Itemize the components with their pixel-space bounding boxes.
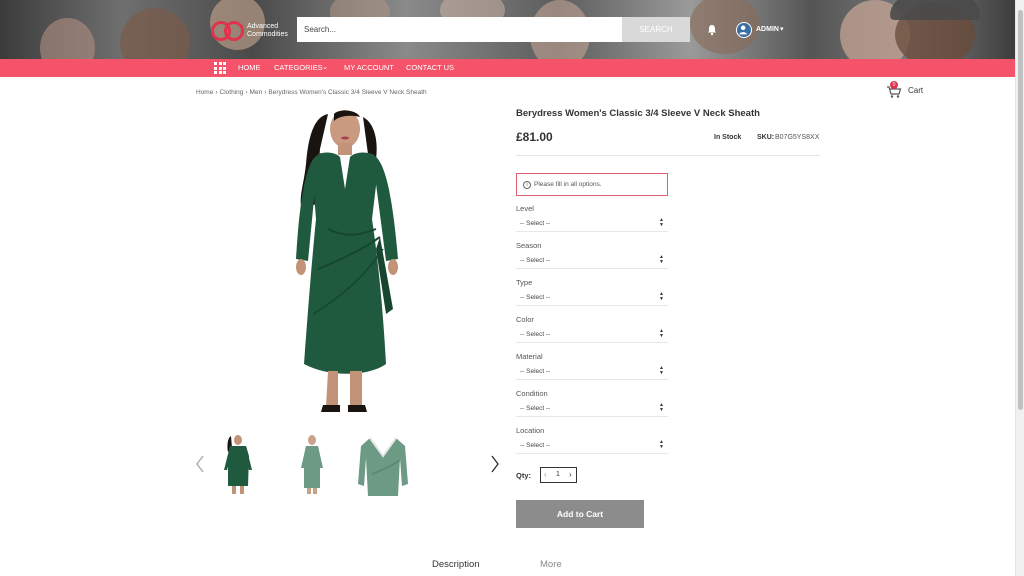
search-input[interactable] <box>297 17 622 42</box>
user-menu-label[interactable]: ADMIN <box>756 26 779 33</box>
cart-link[interactable]: Cart <box>908 86 923 95</box>
tab-more[interactable]: More <box>540 559 562 570</box>
select-condition[interactable]: -- Select -- ▲ ▼ <box>516 401 668 417</box>
site-logo[interactable]: Advanced Commodities <box>211 19 288 45</box>
nav-item-categories[interactable]: CATEGORIES <box>274 63 323 72</box>
select-arrows-icon: ▲ ▼ <box>659 254 664 265</box>
grid-menu-icon[interactable] <box>214 62 226 74</box>
user-avatar-icon[interactable] <box>736 22 752 38</box>
alert-message: Please fill in all options. <box>534 181 602 188</box>
banner-photo-hat <box>890 0 980 20</box>
breadcrumb-item[interactable]: Men <box>250 89 263 96</box>
logo-text: Commodities <box>247 31 288 38</box>
logo-text: Advanced <box>247 23 279 30</box>
select-value: -- Select -- <box>520 368 551 375</box>
option-label-condition: Condition <box>516 389 548 398</box>
chevron-down-icon[interactable]: ⌄ <box>322 62 328 71</box>
select-value: -- Select -- <box>520 257 551 264</box>
option-label-level: Level <box>516 204 534 213</box>
add-to-cart-button[interactable]: Add to Cart <box>516 500 644 528</box>
option-label-location: Location <box>516 426 545 435</box>
select-type[interactable]: -- Select -- ▲ ▼ <box>516 290 668 306</box>
nav-item-my-account[interactable]: MY ACCOUNT <box>344 63 394 72</box>
banner-photo-face <box>120 8 190 59</box>
select-arrows-icon: ▲ ▼ <box>659 439 664 450</box>
quantity-stepper: ‹ 1 › <box>540 467 577 483</box>
logo-ring <box>224 21 244 41</box>
breadcrumb-separator-icon: › <box>245 89 248 96</box>
select-location[interactable]: -- Select -- ▲ ▼ <box>516 438 668 454</box>
breadcrumb-item[interactable]: Clothing <box>220 89 244 96</box>
select-material[interactable]: -- Select -- ▲ ▼ <box>516 364 668 380</box>
increment-icon[interactable]: › <box>569 470 572 479</box>
breadcrumb-separator-icon: › <box>215 89 218 96</box>
validation-alert: i Please fill in all options. <box>516 173 668 196</box>
tab-description[interactable]: Description <box>432 559 480 570</box>
chevron-down-icon[interactable]: ▾ <box>780 25 784 33</box>
product-thumbnail[interactable] <box>213 434 263 496</box>
select-season[interactable]: -- Select -- ▲ ▼ <box>516 253 668 269</box>
search-button[interactable]: SEARCH <box>622 17 690 42</box>
option-label-material: Material <box>516 352 543 361</box>
select-level[interactable]: -- Select -- ▲ ▼ <box>516 216 668 232</box>
select-value: -- Select -- <box>520 220 551 227</box>
breadcrumb-item[interactable]: Home <box>196 89 213 96</box>
select-arrows-icon: ▲ ▼ <box>659 217 664 228</box>
breadcrumb-current: Berydress Women's Classic 3/4 Sleeve V N… <box>268 89 427 96</box>
option-label-season: Season <box>516 241 542 250</box>
select-value: -- Select -- <box>520 405 551 412</box>
header-banner: Advanced Commodities SEARCH ADMIN ▾ <box>0 0 1015 59</box>
divider <box>516 155 820 156</box>
select-value: -- Select -- <box>520 442 551 449</box>
quantity-label: Qty: <box>516 471 531 480</box>
select-arrows-icon: ▲ ▼ <box>659 365 664 376</box>
select-value: -- Select -- <box>520 294 551 301</box>
product-main-image[interactable] <box>268 109 423 414</box>
bell-icon[interactable] <box>706 24 718 36</box>
nav-item-home[interactable]: HOME <box>238 63 261 72</box>
nav-item-contact-us[interactable]: CONTACT US <box>406 63 454 72</box>
page-scrollbar[interactable] <box>1015 0 1024 576</box>
select-arrows-icon: ▲ ▼ <box>659 328 664 339</box>
select-value: -- Select -- <box>520 331 551 338</box>
chevron-left-icon[interactable] <box>195 455 205 473</box>
option-label-color: Color <box>516 315 534 324</box>
info-circle-icon: i <box>523 181 531 189</box>
sku-label: SKU: <box>757 134 775 141</box>
select-color[interactable]: -- Select -- ▲ ▼ <box>516 327 668 343</box>
select-arrows-icon: ▲ ▼ <box>659 291 664 302</box>
main-nav: HOME CATEGORIES ⌄ MY ACCOUNT CONTACT US <box>0 59 1015 77</box>
option-label-type: Type <box>516 278 533 287</box>
product-thumbnail[interactable] <box>287 434 337 496</box>
chevron-right-icon[interactable] <box>490 455 500 473</box>
cart-count-badge: 0 <box>890 81 898 89</box>
product-price: £81.00 <box>516 130 553 144</box>
quantity-value[interactable]: 1 <box>556 471 560 478</box>
product-title: Berydress Women's Classic 3/4 Sleeve V N… <box>516 108 760 119</box>
breadcrumb: Home › Clothing › Men › Berydress Women's Clas… <box>196 89 427 96</box>
select-arrows-icon: ▲ ▼ <box>659 402 664 413</box>
stock-status: In Stock <box>714 134 742 141</box>
scrollbar-thumb[interactable] <box>1018 10 1023 410</box>
banner-photo-face <box>40 18 95 59</box>
decrement-icon[interactable]: ‹ <box>544 470 547 479</box>
sku-value: B07G5YS8XX <box>775 134 820 141</box>
breadcrumb-separator-icon: › <box>264 89 267 96</box>
product-thumbnail[interactable] <box>358 434 408 496</box>
